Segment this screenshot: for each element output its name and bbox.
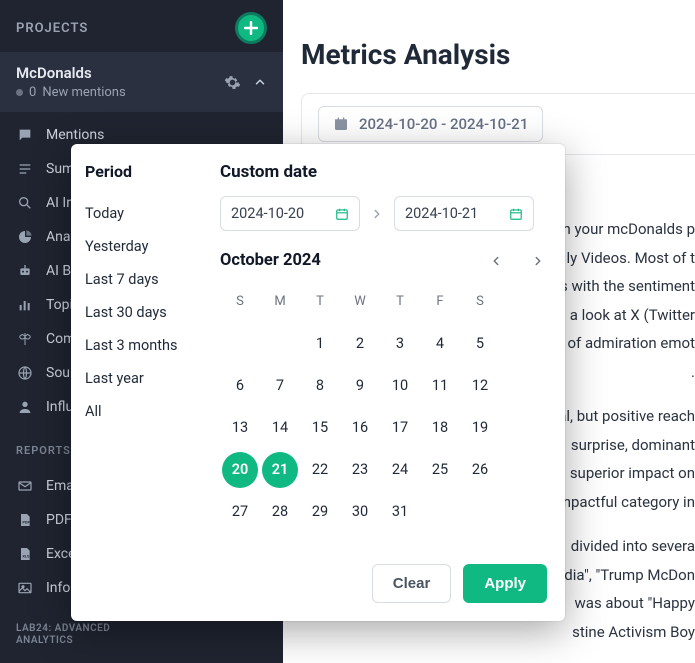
period-preset-all[interactable]: All [85,395,204,428]
calendar-day[interactable]: 17 [380,408,420,448]
calendar-day[interactable]: 30 [340,492,380,532]
robot-icon [16,262,34,280]
date-range-text: 2024-10-20 - 2024-10-21 [359,115,528,133]
calendar-day[interactable]: 1 [300,324,340,364]
gear-icon[interactable] [224,74,241,91]
calendar-day[interactable]: 13 [220,408,260,448]
period-preset-last-7-days[interactable]: Last 7 days [85,263,204,296]
calendar-day[interactable]: 23 [340,450,380,490]
status-dot [16,89,23,96]
magnify-icon [16,194,34,212]
svg-text:PDF: PDF [22,519,30,524]
project-mentions: 0 New mentions [16,85,126,100]
lab-list: Geo Analysis [0,649,283,663]
calendar-day[interactable]: 28 [260,492,300,532]
scale-icon [16,330,34,348]
calendar-day-selected[interactable]: 20 [220,450,260,490]
arrow-right-icon [370,207,384,221]
period-preset-last-year[interactable]: Last year [85,362,204,395]
period-presets: Period TodayYesterdayLast 7 daysLast 30 … [71,144,204,550]
lab-item-geo-analysis[interactable]: Geo Analysis [0,655,283,663]
chevron-up-icon[interactable] [253,75,267,89]
calendar-day[interactable]: 14 [260,408,300,448]
barchart-icon [16,296,34,314]
calendar-icon [335,207,349,221]
calendar-dow: S [460,282,500,322]
calendar-icon [509,207,523,221]
calendar-day-selected[interactable]: 21 [260,450,300,490]
plus-icon [244,21,258,35]
project-name: McDonalds [16,64,126,82]
list-icon [16,160,34,178]
calendar-dow: F [420,282,460,322]
calendar-dow: T [380,282,420,322]
projects-section-label: PROJECTS [16,21,88,36]
calendar-day[interactable]: 29 [300,492,340,532]
calendar-day[interactable]: 4 [420,324,460,364]
start-date-value: 2024-10-20 [231,205,304,222]
page-title: Metrics Analysis [301,38,695,71]
calendar-day[interactable]: 6 [220,366,260,406]
calendar-dow: W [340,282,380,322]
calendar-day[interactable]: 25 [420,450,460,490]
calendar-month-label: October 2024 [220,251,321,270]
mail-icon [16,477,34,495]
custom-date-heading: Custom date [220,162,545,182]
end-date-input[interactable]: 2024-10-21 [394,196,534,231]
calendar-day[interactable]: 2 [340,324,380,364]
period-preset-yesterday[interactable]: Yesterday [85,230,204,263]
image-icon [16,579,34,597]
calendar-day[interactable]: 12 [460,366,500,406]
user-icon [16,398,34,416]
calendar-day[interactable]: 19 [460,408,500,448]
calendar-grid: SMTWTFS123456789101112131415161718192021… [220,282,545,532]
calendar-day[interactable]: 7 [260,366,300,406]
calendar-day[interactable]: 18 [420,408,460,448]
svg-text:XLS: XLS [22,553,30,558]
custom-date-panel: Custom date 2024-10-20 2024-10-21 Octobe… [204,144,565,550]
mention-label: New mentions [42,85,125,100]
project-row[interactable]: McDonalds 0 New mentions [0,52,283,112]
calendar-day[interactable]: 27 [220,492,260,532]
nav-item-label: Mentions [46,127,104,143]
calendar-dow: S [220,282,260,322]
mention-count: 0 [29,85,36,100]
calendar-day[interactable]: 5 [460,324,500,364]
calendar-day[interactable]: 24 [380,450,420,490]
calendar-day[interactable]: 26 [460,450,500,490]
globe-icon [16,364,34,382]
piechart-icon [16,228,34,246]
date-range-button[interactable]: 2024-10-20 - 2024-10-21 [318,106,543,142]
date-picker-modal: Period TodayYesterdayLast 7 daysLast 30 … [71,144,565,621]
period-preset-last-3-months[interactable]: Last 3 months [85,329,204,362]
add-project-button[interactable] [235,12,267,44]
calendar-day[interactable]: 16 [340,408,380,448]
calendar-dow: M [260,282,300,322]
pdf-icon: PDF [16,511,34,529]
start-date-input[interactable]: 2024-10-20 [220,196,360,231]
calendar-day[interactable]: 9 [340,366,380,406]
prev-month-button[interactable] [489,254,503,268]
calendar-day[interactable]: 22 [300,450,340,490]
clear-button[interactable]: Clear [372,564,452,603]
calendar-day[interactable]: 8 [300,366,340,406]
period-preset-last-30-days[interactable]: Last 30 days [85,296,204,329]
end-date-value: 2024-10-21 [405,205,478,222]
calendar-icon [333,116,349,132]
next-month-button[interactable] [531,254,545,268]
xls-icon: XLS [16,545,34,563]
calendar-day[interactable]: 3 [380,324,420,364]
calendar-day[interactable]: 11 [420,366,460,406]
projects-header: PROJECTS [0,0,283,52]
apply-button[interactable]: Apply [463,564,547,603]
period-preset-today[interactable]: Today [85,197,204,230]
calendar-day[interactable]: 15 [300,408,340,448]
comment-icon [16,126,34,144]
calendar-day[interactable]: 10 [380,366,420,406]
calendar-dow: T [300,282,340,322]
period-heading: Period [85,162,204,181]
calendar-day[interactable]: 31 [380,492,420,532]
calendar-range: 2021 [220,450,300,490]
